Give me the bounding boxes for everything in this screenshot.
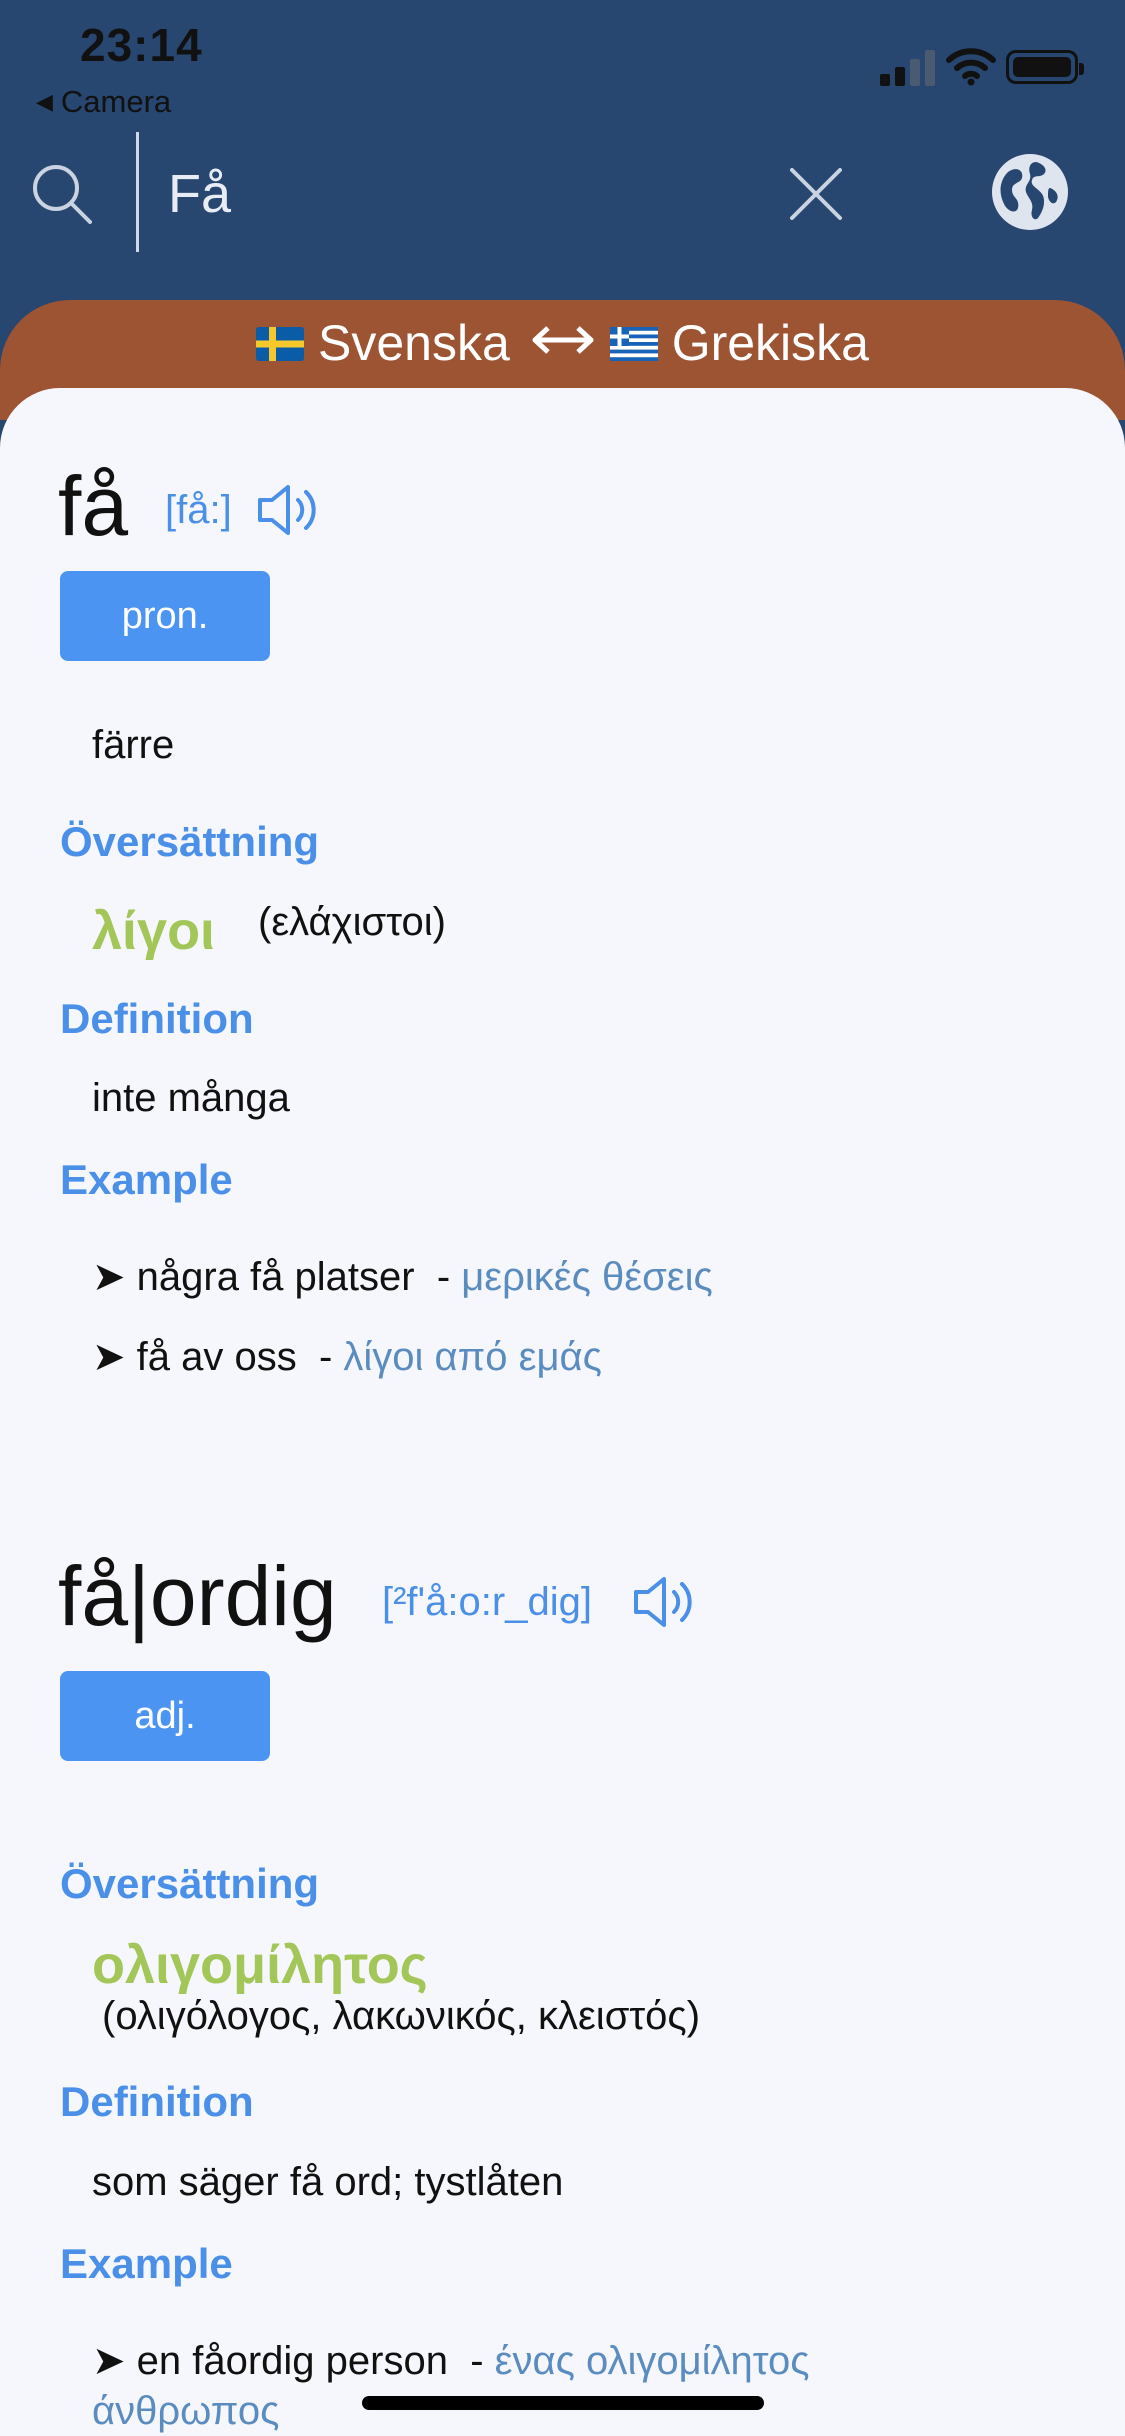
translation-heading: Översättning	[60, 1860, 320, 1907]
example-swedish: ➤ få av oss	[92, 1335, 297, 1379]
entry-phonetic: [²f'å:o:r_dig]	[382, 1580, 592, 1624]
translation-heading: Översättning	[60, 818, 320, 865]
back-triangle-icon: ◀	[36, 89, 53, 114]
swap-arrows-icon[interactable]	[530, 320, 596, 360]
translation-synonyms: (ολιγόλογος, λακωνικός, κλειστός)	[102, 1994, 701, 2038]
dictionary-results: få [få:] pron. färre Översättning λίγοι …	[0, 388, 1125, 2436]
translation-main: ολιγομίλητος	[92, 1935, 428, 1995]
example-heading: Example	[60, 1156, 233, 1203]
search-divider	[136, 132, 139, 252]
close-icon[interactable]	[788, 166, 844, 222]
target-language-label: Grekiska	[671, 315, 869, 371]
source-language-label: Svenska	[318, 315, 510, 371]
entry-form: färre	[92, 723, 175, 767]
search-icon[interactable]	[30, 162, 94, 226]
example-line: ➤ få av oss - λίγοι από εμάς	[92, 1335, 602, 1379]
speaker-icon[interactable]	[632, 1574, 698, 1630]
back-app-label: Camera	[60, 84, 172, 119]
search-bar	[0, 130, 1125, 280]
example-swedish: ➤ en fåordig person	[92, 2339, 448, 2383]
cellular-signal-icon	[880, 48, 936, 86]
back-to-app-link[interactable]: ◀ Camera	[36, 84, 171, 120]
greek-flag-icon	[609, 326, 658, 361]
globe-icon[interactable]	[990, 152, 1070, 232]
example-heading: Example	[60, 2240, 233, 2287]
search-input[interactable]	[168, 154, 728, 234]
example-line: ➤ några få platser - μερικές θέσεις	[92, 1255, 713, 1299]
wifi-icon	[946, 48, 996, 86]
part-of-speech-badge: pron.	[60, 571, 270, 661]
example-line: ➤ en fåordig person - ένας ολιγομίλητος …	[92, 2339, 810, 2433]
translation-synonyms: (ελάχιστοι)	[258, 900, 446, 944]
part-of-speech-badge: adj.	[60, 1671, 270, 1761]
entry-headword: få|ordig	[58, 1549, 337, 1643]
definition-heading: Definition	[60, 2078, 254, 2125]
definition-heading: Definition	[60, 995, 254, 1042]
home-indicator[interactable]	[362, 2396, 764, 2410]
example-greek: λίγοι από εμάς	[343, 1335, 602, 1379]
example-greek: μερικές θέσεις	[461, 1255, 713, 1299]
entry-phonetic: [få:]	[165, 488, 232, 532]
status-time: 23:14	[80, 19, 203, 71]
status-bar: 23:14 ◀ Camera	[0, 0, 1125, 130]
speaker-icon[interactable]	[256, 482, 322, 538]
example-swedish: ➤ några få platser	[92, 1255, 415, 1299]
battery-icon	[1006, 50, 1084, 84]
translation-main: λίγοι	[92, 901, 216, 961]
entry-headword: få	[58, 459, 129, 553]
definition-text: inte många	[92, 1076, 290, 1120]
definition-text: som säger få ord; tystlåten	[92, 2160, 564, 2204]
swedish-flag-icon	[256, 326, 305, 361]
